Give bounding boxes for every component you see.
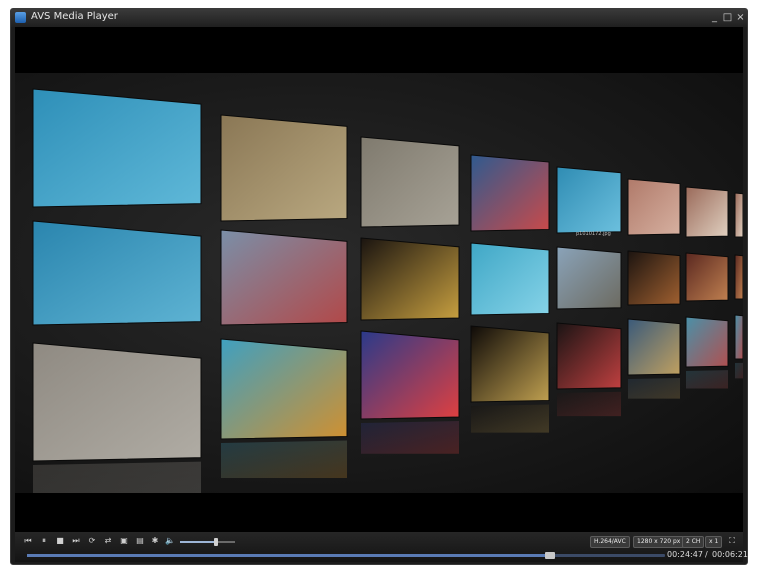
volume-fill <box>180 541 216 543</box>
thumbnail-ship-deck-night[interactable] <box>556 322 622 390</box>
codec-badge: H.264/AVC <box>590 536 630 548</box>
photo-wall-tiles <box>32 88 743 505</box>
thumbnail-red-floor[interactable] <box>627 178 681 236</box>
fullscreen-icon[interactable]: ⛶ <box>727 536 737 546</box>
video-area[interactable]: p1010172.jpg <box>15 27 743 532</box>
current-time: 00:24:47 <box>667 550 703 559</box>
thumbnail-people-group[interactable] <box>734 192 743 238</box>
photo-wall-svg <box>32 88 743 505</box>
seek-bar[interactable] <box>27 552 665 559</box>
time-separator: / <box>705 550 708 559</box>
thumbnail-reflection <box>361 421 459 454</box>
photo-wall: p1010172.jpg <box>15 73 743 505</box>
title-bar[interactable]: AVS Media Player _ □ × <box>11 9 747 27</box>
previous-icon[interactable]: ⏮ <box>23 536 33 546</box>
next-icon[interactable]: ⏭ <box>71 536 81 546</box>
volume-slider[interactable] <box>180 538 235 546</box>
seek-knob[interactable] <box>545 552 556 559</box>
thumbnail-reflection <box>557 391 621 417</box>
thumbnail-pool-people[interactable] <box>734 314 743 360</box>
thumbnail-reflection <box>686 370 728 389</box>
thumbnail-reflection <box>735 362 743 379</box>
thumbnail-casino[interactable] <box>685 252 729 302</box>
control-bar: ⏮ ⏸ ■ ⏭ ⟳ ⇄ ▣ ▤ ✱ 🔈 H.264/AVC 1280 x 720… <box>15 532 748 562</box>
thumbnail-ship-railing[interactable] <box>627 318 681 376</box>
thumbnail-pool-swim[interactable] <box>470 242 550 316</box>
pause-icon[interactable]: ⏸ <box>39 536 49 546</box>
thumbnail-stage-kids[interactable] <box>360 330 460 420</box>
thumbnail-reflection <box>33 461 201 505</box>
app-icon <box>15 12 26 23</box>
player-window: AVS Media Player _ □ × p1010172.jpg ⏮ ⏸ … <box>10 8 748 565</box>
thumbnail-reflection <box>628 377 680 399</box>
thumbnail-reflection <box>221 440 347 478</box>
thumbnail-people-group[interactable] <box>685 186 729 238</box>
thumbnail-night-lights[interactable] <box>360 237 460 321</box>
repeat-icon[interactable]: ⟳ <box>87 536 97 546</box>
thumbnail-pool-deck[interactable] <box>220 338 348 440</box>
stop-icon[interactable]: ■ <box>55 536 65 546</box>
thumbnail-climbing-wall-2[interactable] <box>32 342 202 462</box>
thumbnail-sea-2[interactable] <box>556 166 622 234</box>
thumbnail-dark-lamp[interactable] <box>627 250 681 306</box>
snapshot-icon[interactable]: ▣ <box>119 536 129 546</box>
volume-knob[interactable] <box>213 538 218 546</box>
shuffle-icon[interactable]: ⇄ <box>103 536 113 546</box>
channels-badge: 2 CH <box>682 536 705 548</box>
thumbnail-reflection <box>471 404 549 433</box>
thumbnail-harbor[interactable] <box>556 246 622 310</box>
thumbnail-stone-panel[interactable] <box>360 136 460 228</box>
thumbnail-pool-people[interactable] <box>685 316 729 368</box>
control-row: ⏮ ⏸ ■ ⏭ ⟳ ⇄ ▣ ▤ ✱ 🔈 H.264/AVC 1280 x 720… <box>15 536 743 548</box>
seek-progress <box>27 554 551 557</box>
thumbnail-crowd-stage[interactable] <box>470 154 550 232</box>
total-time: 00:06:21 <box>712 550 748 559</box>
thumbnail-casino[interactable] <box>734 254 743 300</box>
thumbnail-sea-3[interactable] <box>32 220 202 326</box>
close-button[interactable]: × <box>735 12 746 23</box>
minimize-button[interactable]: _ <box>709 12 720 23</box>
speed-badge[interactable]: x 1 <box>705 536 723 548</box>
resolution-badge: 1280 x 720 px <box>633 536 685 548</box>
thumbnail-sea-1[interactable] <box>32 88 202 208</box>
volume-icon[interactable]: 🔈 <box>165 536 175 546</box>
settings-icon[interactable]: ✱ <box>150 536 160 546</box>
playlist-icon[interactable]: ▤ <box>135 536 145 546</box>
window-title: AVS Media Player <box>31 11 118 22</box>
thumbnail-climbing-wall-1[interactable] <box>220 114 348 222</box>
thumbnail-caption: p1010172.jpg <box>576 231 611 237</box>
thumbnail-night-stage[interactable] <box>470 325 550 403</box>
thumbnail-deck-people[interactable] <box>220 229 348 326</box>
maximize-button[interactable]: □ <box>722 12 733 23</box>
